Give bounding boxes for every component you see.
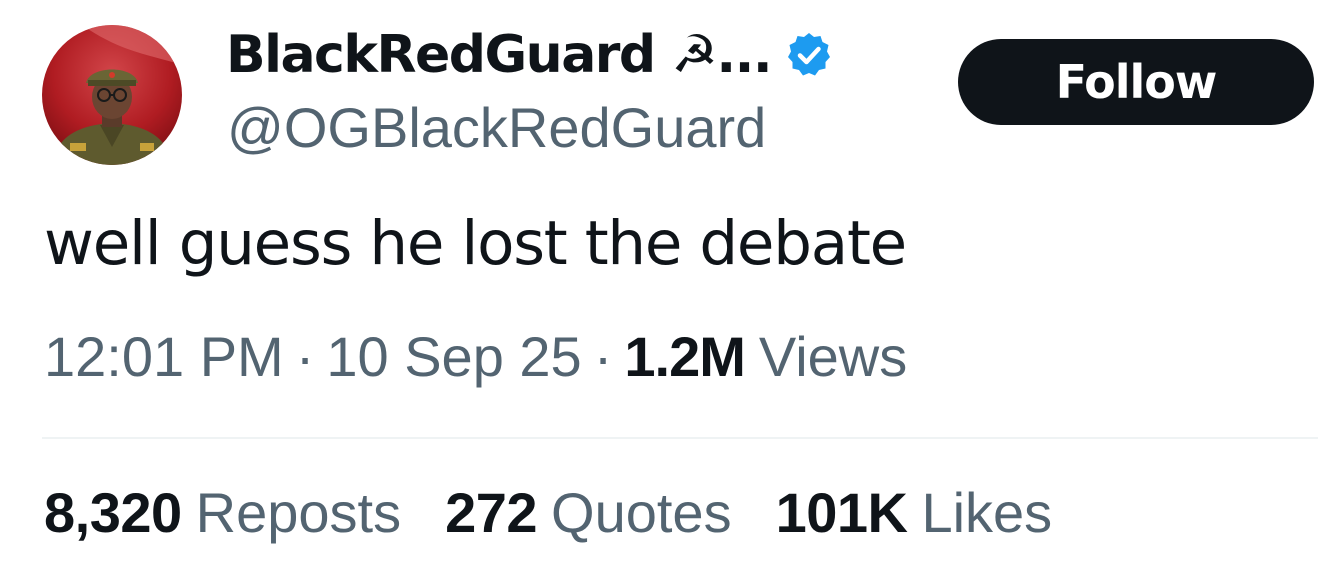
reposts-label: Reposts xyxy=(195,481,402,544)
quotes-count: 272 xyxy=(445,481,538,544)
follow-button[interactable]: Follow xyxy=(958,39,1314,125)
tweet-text: well guess he lost the debate xyxy=(44,208,907,279)
likes-count: 101K xyxy=(775,481,908,544)
likes-stat[interactable]: 101K Likes xyxy=(776,480,1053,545)
meta-separator: · xyxy=(593,325,613,388)
views-label: Views xyxy=(758,325,908,388)
user-handle[interactable]: @OGBlackRedGuard xyxy=(227,95,766,160)
avatar[interactable] xyxy=(42,25,182,165)
reposts-count: 8,320 xyxy=(44,481,182,544)
meta-separator: · xyxy=(295,325,315,388)
tweet-time[interactable]: 12:01 PM xyxy=(44,324,284,389)
likes-label: Likes xyxy=(921,481,1053,544)
verified-badge-icon xyxy=(785,31,833,79)
tweet-card: BlackRedGuard ☭... @OGBlackRedGuard Foll… xyxy=(0,0,1318,573)
engagement-stats: 8,320 Reposts 272 Quotes 101K Likes xyxy=(44,480,1096,545)
tweet-meta: 12:01 PM · 10 Sep 25 · 1.2M Views xyxy=(44,324,907,389)
views-count: 1.2M xyxy=(624,325,745,388)
avatar-image xyxy=(42,25,182,165)
tweet-date[interactable]: 10 Sep 25 xyxy=(326,324,581,389)
display-name[interactable]: BlackRedGuard ☭... xyxy=(226,25,773,85)
quotes-label: Quotes xyxy=(551,481,732,544)
reposts-stat[interactable]: 8,320 Reposts xyxy=(44,480,401,545)
divider xyxy=(42,437,1318,439)
quotes-stat[interactable]: 272 Quotes xyxy=(445,480,732,545)
author-name-row[interactable]: BlackRedGuard ☭... xyxy=(226,20,833,90)
